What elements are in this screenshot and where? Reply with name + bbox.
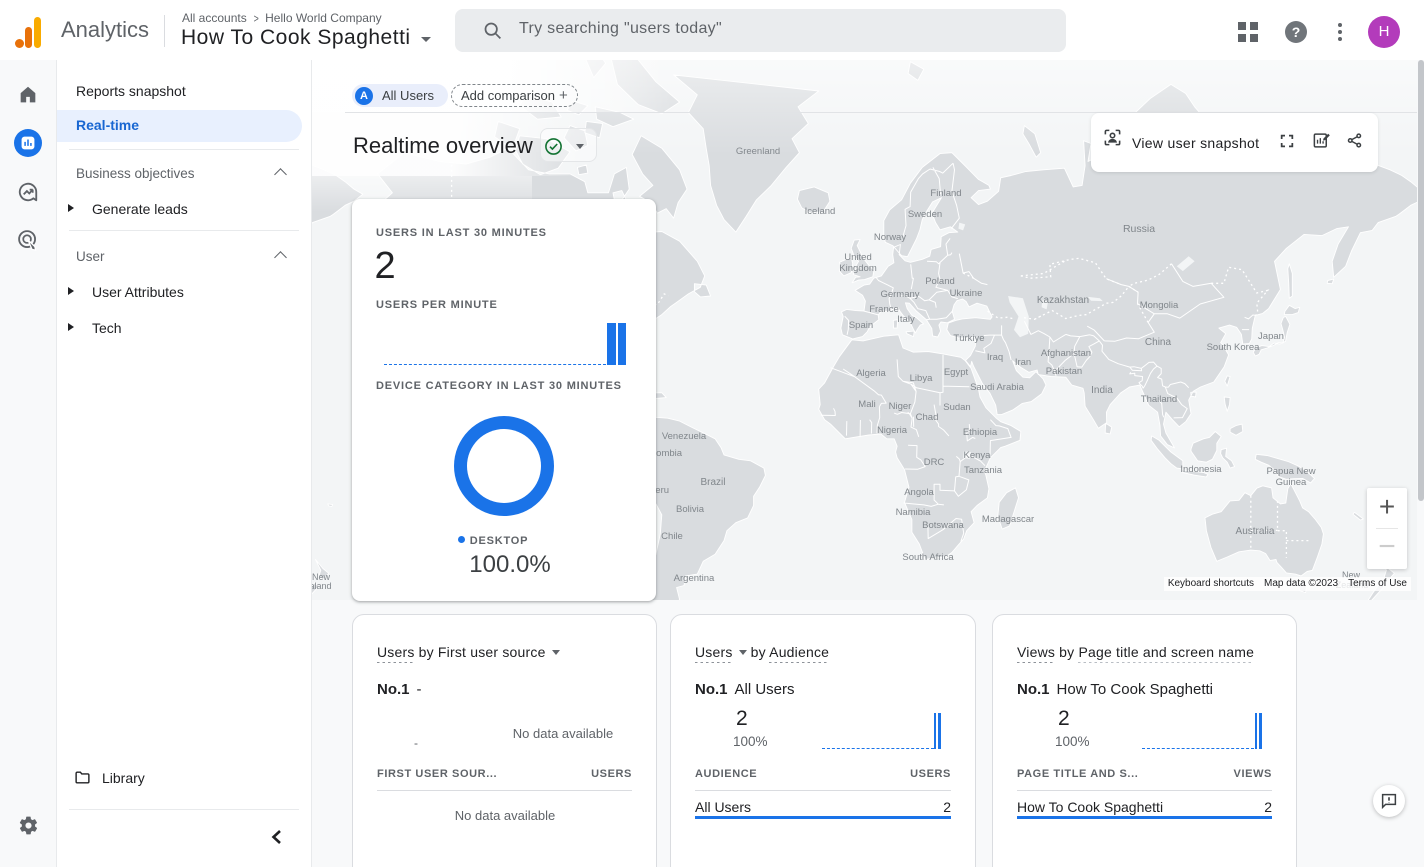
svg-text:Norway: Norway (874, 232, 906, 243)
svg-text:Bolivia: Bolivia (676, 504, 705, 515)
svg-text:Nigeria: Nigeria (877, 425, 908, 436)
svg-text:Botswana: Botswana (922, 520, 964, 531)
svg-text:Finland: Finland (930, 188, 961, 199)
svg-text:Kazakhstan: Kazakhstan (1037, 295, 1089, 306)
svg-text:Iceland: Iceland (805, 206, 836, 217)
svg-text:Türkiye: Türkiye (953, 333, 984, 344)
svg-text:Argentina: Argentina (674, 573, 715, 584)
svg-text:Russia: Russia (1123, 223, 1155, 235)
svg-text:Pakistan: Pakistan (1046, 366, 1082, 377)
svg-text:ealand: ealand (312, 581, 332, 591)
svg-text:Kenya: Kenya (964, 450, 992, 461)
svg-text:Japan: Japan (1258, 331, 1284, 342)
svg-text:United: United (844, 252, 871, 263)
svg-text:Brazil: Brazil (700, 477, 725, 488)
svg-text:Mali: Mali (858, 399, 875, 410)
svg-text:Guinea: Guinea (1276, 477, 1307, 488)
svg-text:Iran: Iran (1015, 357, 1031, 368)
svg-text:Libya: Libya (910, 373, 933, 384)
svg-text:India: India (1091, 385, 1113, 396)
svg-text:Spain: Spain (849, 320, 873, 331)
svg-text:Iraq: Iraq (987, 352, 1003, 363)
svg-text:Egypt: Egypt (944, 367, 969, 378)
svg-text:South Africa: South Africa (902, 552, 954, 563)
svg-text:China: China (1145, 337, 1172, 348)
svg-text:South Korea: South Korea (1207, 342, 1261, 353)
svg-text:Italy: Italy (897, 314, 915, 325)
svg-text:Sweden: Sweden (908, 209, 942, 220)
svg-text:Saudi Arabia: Saudi Arabia (970, 382, 1025, 393)
svg-text:Niger: Niger (889, 401, 912, 412)
svg-text:Madagascar: Madagascar (982, 514, 1034, 525)
svg-text:Mongolia: Mongolia (1140, 300, 1179, 311)
svg-text:Angola: Angola (904, 487, 934, 498)
svg-text:Afghanistan: Afghanistan (1041, 348, 1091, 359)
svg-text:Poland: Poland (925, 276, 955, 287)
svg-text:Germany: Germany (880, 289, 919, 300)
svg-text:Papua New: Papua New (1266, 466, 1315, 477)
svg-text:Tanzania: Tanzania (964, 465, 1003, 476)
svg-text:Chile: Chile (661, 531, 683, 542)
svg-text:Indonesia: Indonesia (1180, 464, 1222, 475)
svg-text:Ukraine: Ukraine (950, 288, 983, 299)
svg-text:Sudan: Sudan (943, 402, 970, 413)
svg-text:Venezuela: Venezuela (662, 431, 707, 442)
svg-text:Chad: Chad (916, 412, 939, 423)
svg-text:France: France (869, 304, 899, 315)
svg-text:Australia: Australia (1236, 526, 1275, 537)
svg-text:Kingdom: Kingdom (839, 263, 877, 274)
svg-text:Namibia: Namibia (896, 507, 932, 518)
svg-text:DRC: DRC (924, 457, 945, 468)
svg-text:Algeria: Algeria (856, 368, 886, 379)
svg-text:Thailand: Thailand (1141, 394, 1177, 405)
svg-text:Ethiopia: Ethiopia (963, 427, 998, 438)
